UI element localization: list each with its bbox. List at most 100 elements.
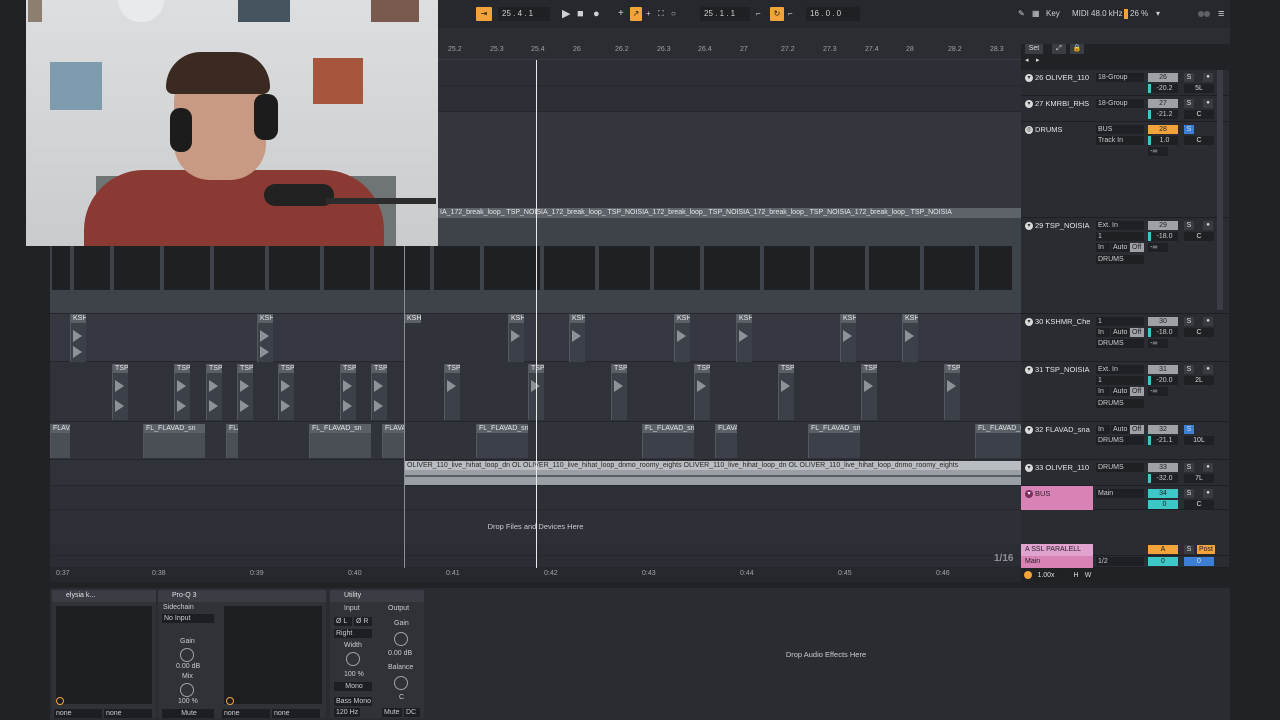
track-27[interactable]: ▾ 27 KMRBI_RHS 18-Group 27 -21.2 S ● C	[1021, 96, 1229, 122]
ksh-clip[interactable]: KSH	[736, 314, 752, 362]
ksh-clip[interactable]: KSH	[70, 314, 86, 362]
track-activator[interactable]: 34	[1148, 489, 1178, 498]
solo-button[interactable]: S	[1184, 463, 1194, 472]
out-gain-knob[interactable]	[394, 632, 408, 646]
beat-ruler[interactable]: 25.2 25.3 25.4 26 26.2 26.3 26.4 27 27.2…	[438, 44, 1021, 60]
main-track[interactable]: Main 1/2 0 0	[1021, 556, 1229, 568]
device-utility[interactable]: Utility Input Output Ø L Ø R Right Width…	[330, 590, 424, 718]
loop-record-icon[interactable]: +	[646, 7, 651, 21]
main-volume[interactable]: 0	[1148, 557, 1178, 566]
track-31[interactable]: ▾ 31 TSP_NOISIA Ext. In 1 In Auto Off DRU…	[1021, 362, 1229, 422]
track-pan[interactable]: C	[1184, 328, 1214, 337]
tempo-multiplier[interactable]: 1.00x	[1034, 571, 1058, 580]
track-volume[interactable]: -32.0	[1148, 474, 1178, 483]
punch-in-icon[interactable]: ⌐	[756, 7, 761, 21]
next-locator-icon[interactable]: ▸	[1036, 57, 1044, 65]
track-pan[interactable]: C	[1184, 110, 1214, 119]
tsp-clip[interactable]: TSP	[611, 364, 627, 420]
add-icon[interactable]: +	[618, 7, 624, 21]
power-icon[interactable]	[56, 697, 64, 705]
macro-select-2[interactable]: none	[272, 709, 320, 718]
expand-icon[interactable]: ⤢	[1052, 44, 1066, 54]
tsp-clip[interactable]: TSP	[778, 364, 794, 420]
solo-button[interactable]: S	[1184, 425, 1194, 434]
output-routing[interactable]: DRUMS	[1096, 436, 1144, 445]
return-a-activator[interactable]: A	[1148, 545, 1178, 554]
monitor-in[interactable]: In	[1096, 387, 1110, 396]
phase-right-button[interactable]: Ø R	[354, 617, 372, 626]
monitor-in[interactable]: In	[1096, 243, 1110, 252]
solo-button[interactable]: S	[1184, 73, 1194, 82]
tsp-clip[interactable]: TSP	[206, 364, 222, 420]
track-volume[interactable]: -20.0	[1148, 376, 1178, 385]
midi-map-button[interactable]: MIDI	[1072, 7, 1089, 21]
track-activator[interactable]: 27	[1148, 99, 1178, 108]
device-title[interactable]: Pro-Q 3	[158, 590, 326, 602]
solo-button[interactable]: S	[1184, 365, 1194, 374]
track-activator[interactable]: 30	[1148, 317, 1178, 326]
tsp-clip[interactable]: TSP	[944, 364, 960, 420]
prev-locator-icon[interactable]: ◂	[1025, 57, 1033, 65]
loop-length[interactable]: 16 . 0 . 0	[806, 7, 860, 21]
mix-knob[interactable]	[180, 683, 194, 697]
punch-out-icon[interactable]: ⌐	[788, 7, 793, 21]
macro-select-1[interactable]: none	[222, 709, 270, 718]
loop-start[interactable]: 25 . 1 . 1	[700, 7, 750, 21]
track-activator[interactable]: 33	[1148, 463, 1178, 472]
track-volume[interactable]: -21.1	[1148, 436, 1178, 445]
arm-button[interactable]: ●	[1203, 73, 1213, 82]
monitor-off[interactable]: Off	[1130, 328, 1144, 337]
ksh-clip[interactable]: KSH	[840, 314, 856, 362]
track-name[interactable]: ◎ DRUMS	[1025, 125, 1063, 135]
track-volume[interactable]: -21.2	[1148, 110, 1178, 119]
solo-button[interactable]: S	[1184, 99, 1194, 108]
mono-button[interactable]: Mono	[334, 682, 372, 691]
device-elysia[interactable]: elysia k... none none	[52, 590, 156, 718]
track-name[interactable]: ▾ 26 OLIVER_110	[1025, 73, 1089, 83]
solo-button[interactable]: S	[1184, 545, 1194, 554]
track-pan[interactable]: 5L	[1184, 84, 1214, 93]
tsp-clip[interactable]: TSP	[112, 364, 128, 420]
flavad-clip[interactable]: FL_FLAVAD_sna	[642, 424, 694, 458]
bass-mono-freq[interactable]: 120 Hz	[334, 708, 360, 717]
track-name[interactable]: ▾ 30 KSHMR_Che	[1025, 317, 1090, 327]
bass-mono-button[interactable]: Bass Mono	[334, 697, 372, 706]
main-ratio[interactable]: 1/2	[1096, 557, 1144, 566]
device-title[interactable]: Utility	[330, 590, 424, 602]
arm-button[interactable]: ●	[1203, 463, 1213, 472]
device-title[interactable]: elysia k...	[52, 590, 156, 602]
hihat-loop-clip[interactable]: OLIVER_110_live_hihat_loop_dn OL OLIVER_…	[404, 461, 1022, 485]
macro-select-2[interactable]: none	[104, 709, 152, 718]
tsp-clip[interactable]: TSP	[278, 364, 294, 420]
eq-display[interactable]	[224, 606, 322, 704]
send-level[interactable]: -∞	[1148, 387, 1168, 396]
flava-clip[interactable]: FLAVA	[50, 424, 70, 458]
track-activator[interactable]: 29	[1148, 221, 1178, 230]
output-routing[interactable]: DRUMS	[1096, 463, 1144, 472]
track-name[interactable]: ▾ 27 KMRBI_RHS	[1025, 99, 1089, 109]
plugin-display[interactable]	[56, 606, 152, 704]
output-routing[interactable]: DRUMS	[1096, 339, 1144, 348]
track-name[interactable]: ▾ BUS	[1025, 489, 1050, 499]
power-icon[interactable]	[226, 697, 234, 705]
capture-icon[interactable]: ⛶	[658, 7, 664, 21]
macro-select-1[interactable]: none	[54, 709, 102, 718]
break-loop-clip-header[interactable]: IA_172_break_loop_ TSP_NOISIA_172_break_…	[438, 208, 1021, 218]
tsp-clip[interactable]: TSP	[237, 364, 253, 420]
main-pan[interactable]: 0	[1184, 557, 1214, 566]
phase-left-button[interactable]: Ø L	[334, 617, 352, 626]
output-routing[interactable]: Main	[1096, 489, 1144, 498]
track-activator[interactable]: 28	[1148, 125, 1178, 134]
track-name[interactable]: ▾ 31 TSP_NOISIA	[1025, 365, 1089, 375]
flavad-clip[interactable]: FL_FLAVAD_sn	[309, 424, 371, 458]
monitor-off[interactable]: Off	[1130, 425, 1144, 434]
track-volume[interactable]: 0	[1148, 500, 1178, 509]
session-record-icon[interactable]: ○	[671, 7, 676, 21]
arm-button[interactable]: ●	[1203, 489, 1213, 498]
flava-clip[interactable]: FLAVA	[715, 424, 737, 458]
sidechain-input[interactable]: No Input	[162, 614, 214, 623]
monitor-off[interactable]: Off	[1130, 387, 1144, 396]
track-activator[interactable]: 31	[1148, 365, 1178, 374]
record-icon[interactable]: ●	[593, 7, 600, 21]
monitor-auto[interactable]: Auto	[1111, 243, 1129, 252]
